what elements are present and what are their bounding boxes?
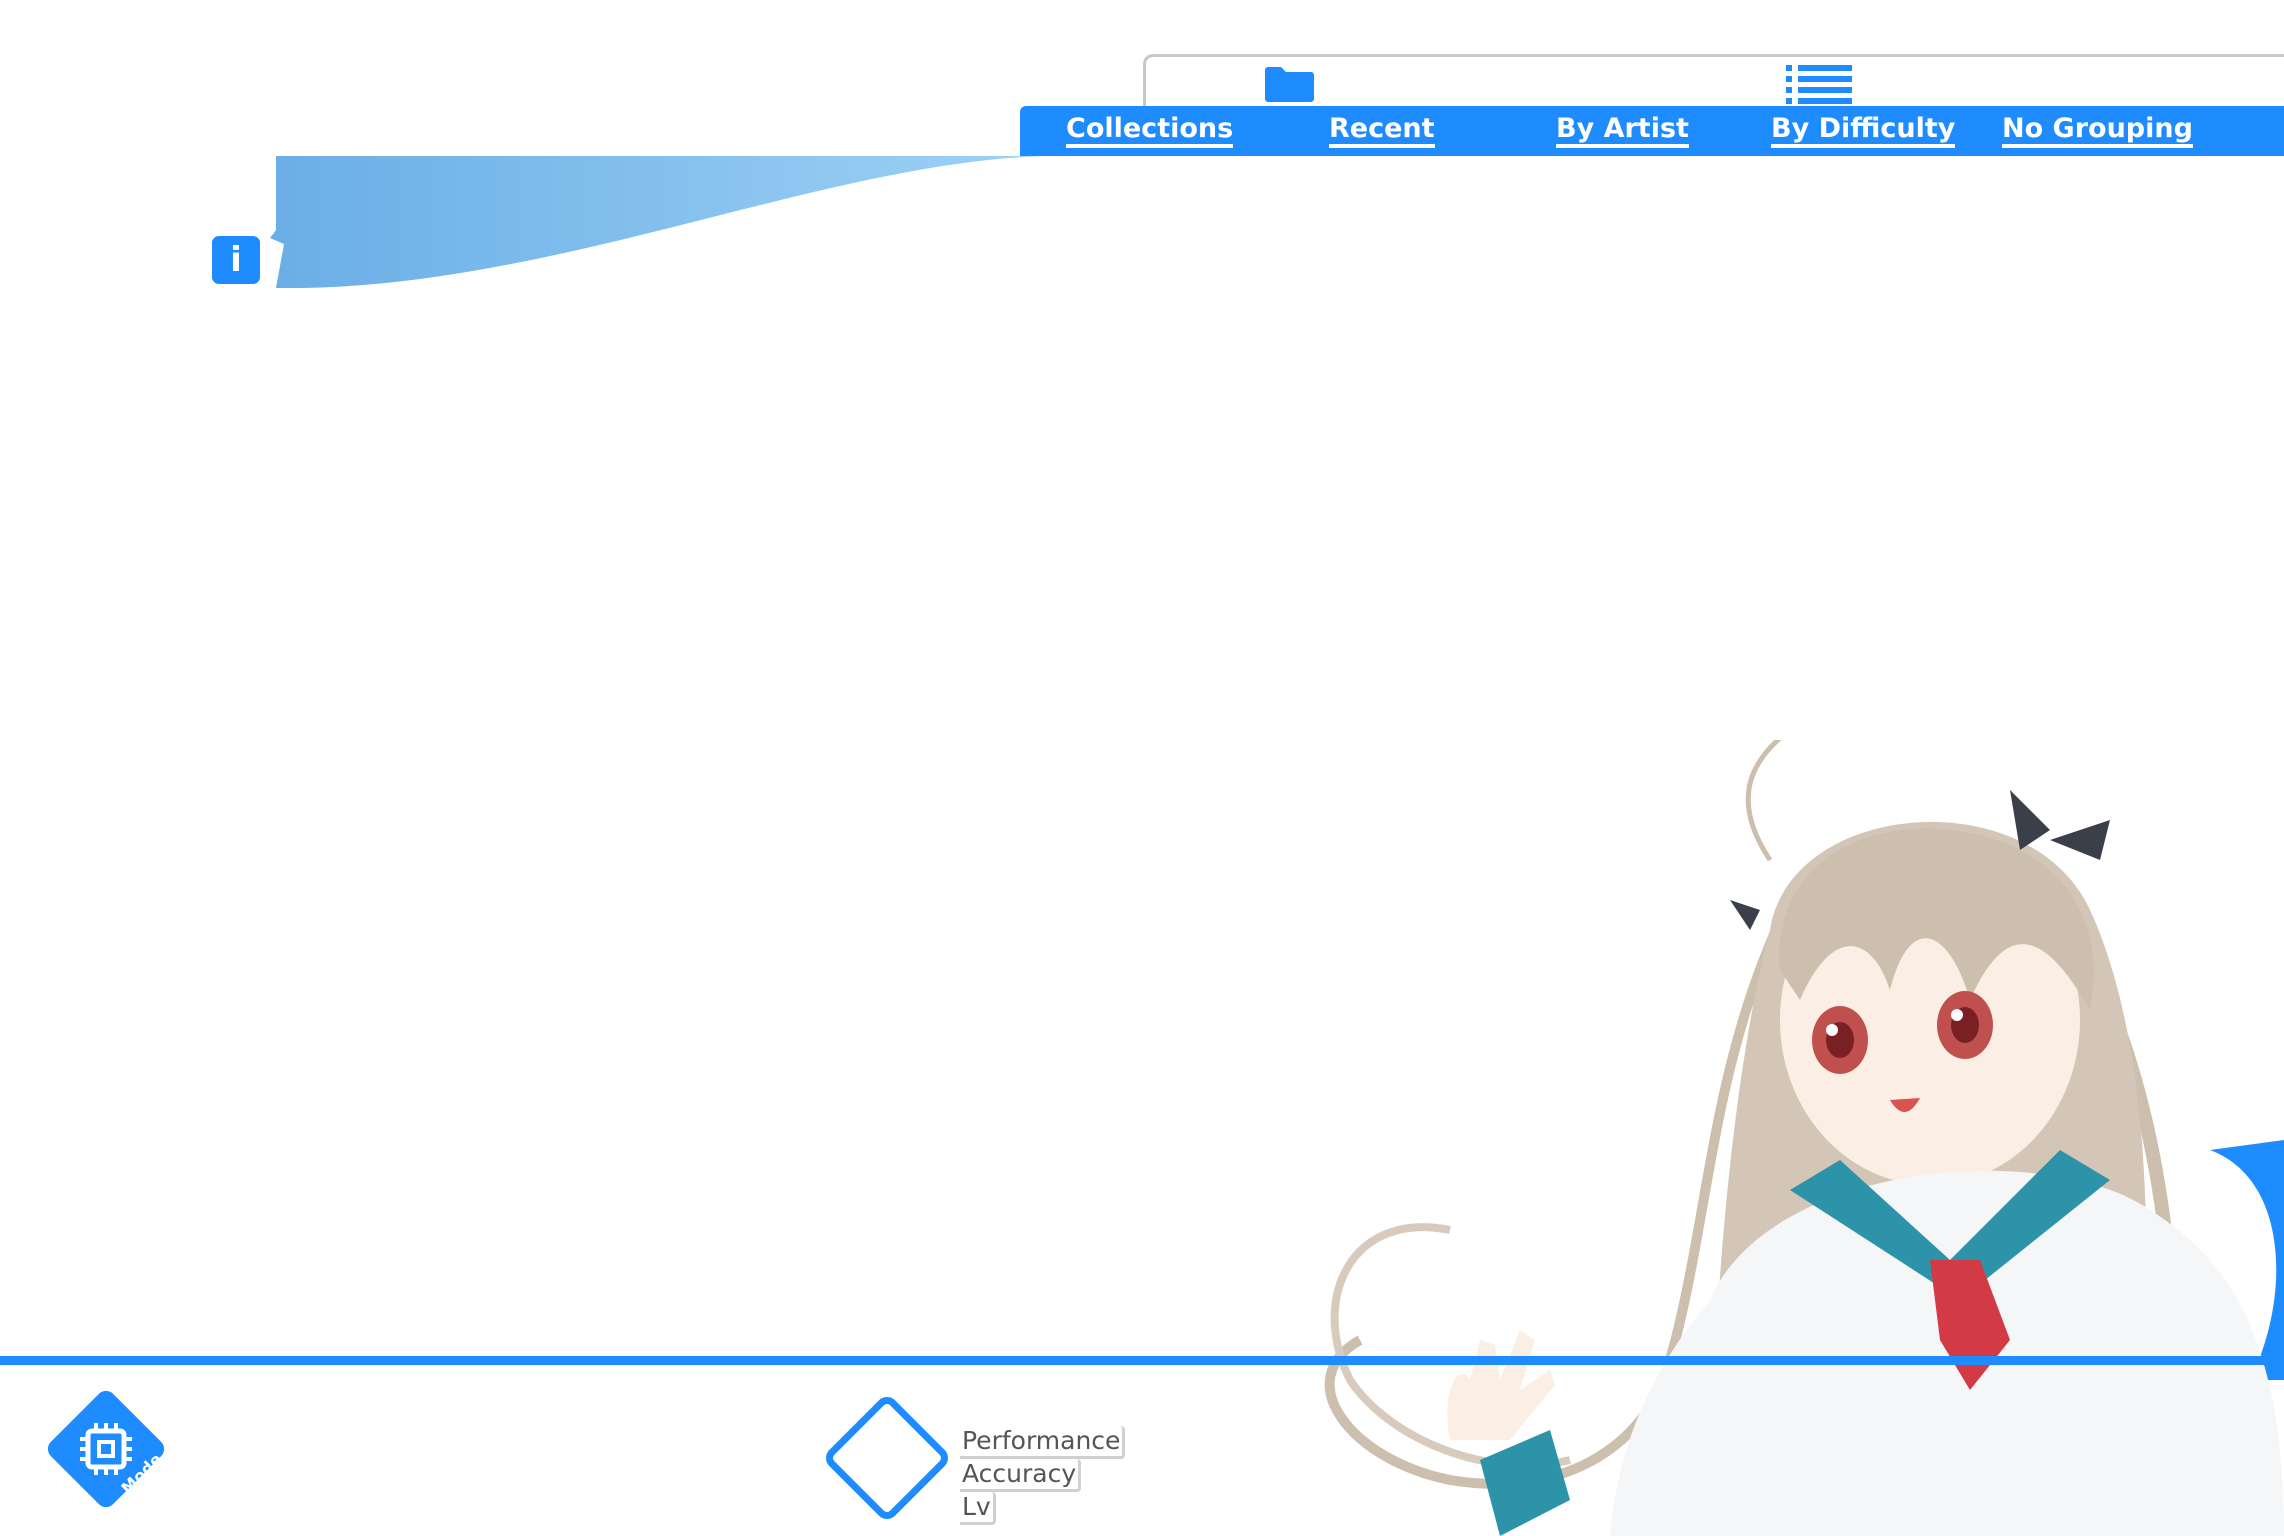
stats-labels: Performance Accuracy Lv — [960, 1426, 1126, 1525]
start-diamond-button[interactable] — [812, 1383, 962, 1533]
tab-by-artist[interactable]: By Artist — [1556, 114, 1689, 148]
folder-icon[interactable] — [1262, 62, 1314, 104]
tab-no-grouping[interactable]: No Grouping — [2002, 114, 2193, 148]
mode-button[interactable]: Mode — [40, 1383, 172, 1515]
tab-collections[interactable]: Collections — [1066, 114, 1234, 148]
character-illustration — [1324, 740, 2284, 1536]
tab-by-difficulty[interactable]: By Difficulty — [1771, 114, 1956, 148]
accuracy-label: Accuracy — [960, 1459, 1082, 1492]
performance-label: Performance — [960, 1426, 1126, 1459]
grouping-tab-bar: Collections Recent By Artist By Difficul… — [1020, 106, 2284, 156]
beatmap-info-ribbon — [270, 156, 1042, 288]
list-view-icon[interactable] — [1784, 62, 1854, 104]
info-button[interactable]: i — [212, 236, 260, 284]
tab-recent[interactable]: Recent — [1329, 114, 1435, 148]
level-label: Lv — [960, 1492, 996, 1525]
footer-divider — [0, 1356, 2284, 1365]
